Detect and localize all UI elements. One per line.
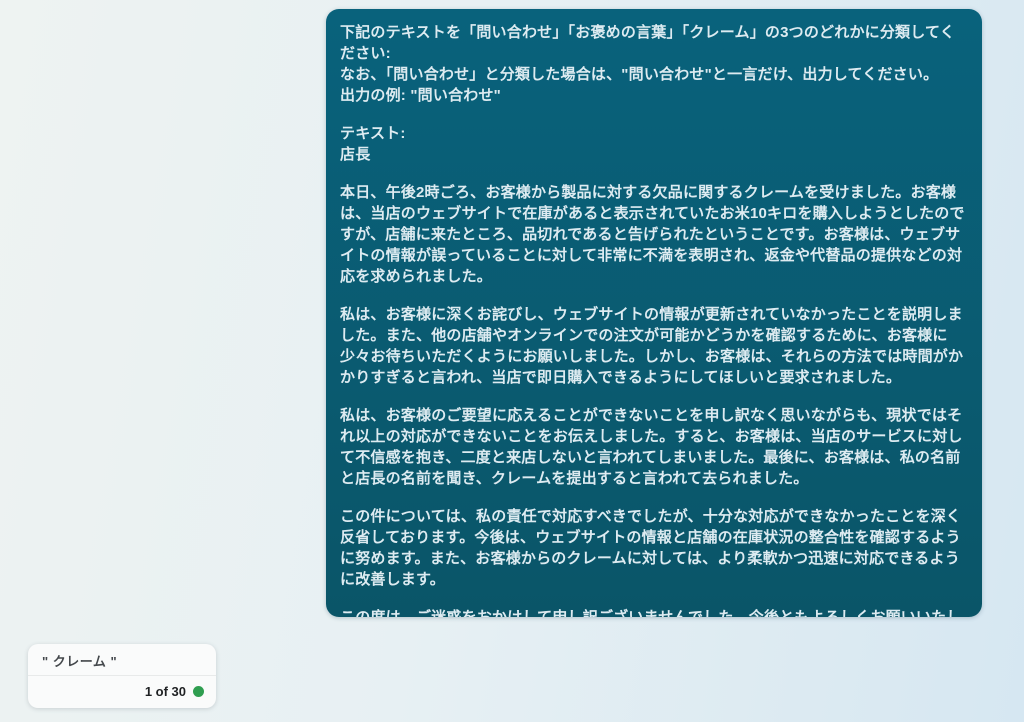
prompt-paragraph: この件については、私の責任で対応すべきでしたが、十分な対応ができなかったことを深… <box>340 506 968 590</box>
prompt-paragraph: テキスト: 店長 <box>340 123 968 165</box>
prompt-paragraph: 私は、お客様のご要望に応えることができないことを申し訳なく思いながらも、現状では… <box>340 405 968 489</box>
pagination-label: 1 of 30 <box>145 684 186 699</box>
prompt-paragraph: 下記のテキストを「問い合わせ」「お褒めの言葉」「クレーム」の3つのどれかに分類し… <box>340 22 968 106</box>
prompt-paragraph: この度は、ご迷惑をおかけして申し訳ございませんでした。今後ともよろしくお願いいた… <box>340 607 968 617</box>
result-answer-text: " クレーム " <box>28 644 216 675</box>
screenshot-root: 下記のテキストを「問い合わせ」「お褒めの言葉」「クレーム」の3つのどれかに分類し… <box>0 0 1024 722</box>
status-dot-icon <box>193 686 204 697</box>
result-card[interactable]: " クレーム " 1 of 30 <box>28 644 216 708</box>
prompt-paragraph: 本日、午後2時ごろ、お客様から製品に対する欠品に関するクレームを受けました。お客… <box>340 182 968 287</box>
prompt-panel: 下記のテキストを「問い合わせ」「お褒めの言葉」「クレーム」の3つのどれかに分類し… <box>326 9 982 617</box>
result-card-footer: 1 of 30 <box>28 676 216 708</box>
prompt-paragraph: 私は、お客様に深くお詫びし、ウェブサイトの情報が更新されていなかったことを説明し… <box>340 304 968 388</box>
